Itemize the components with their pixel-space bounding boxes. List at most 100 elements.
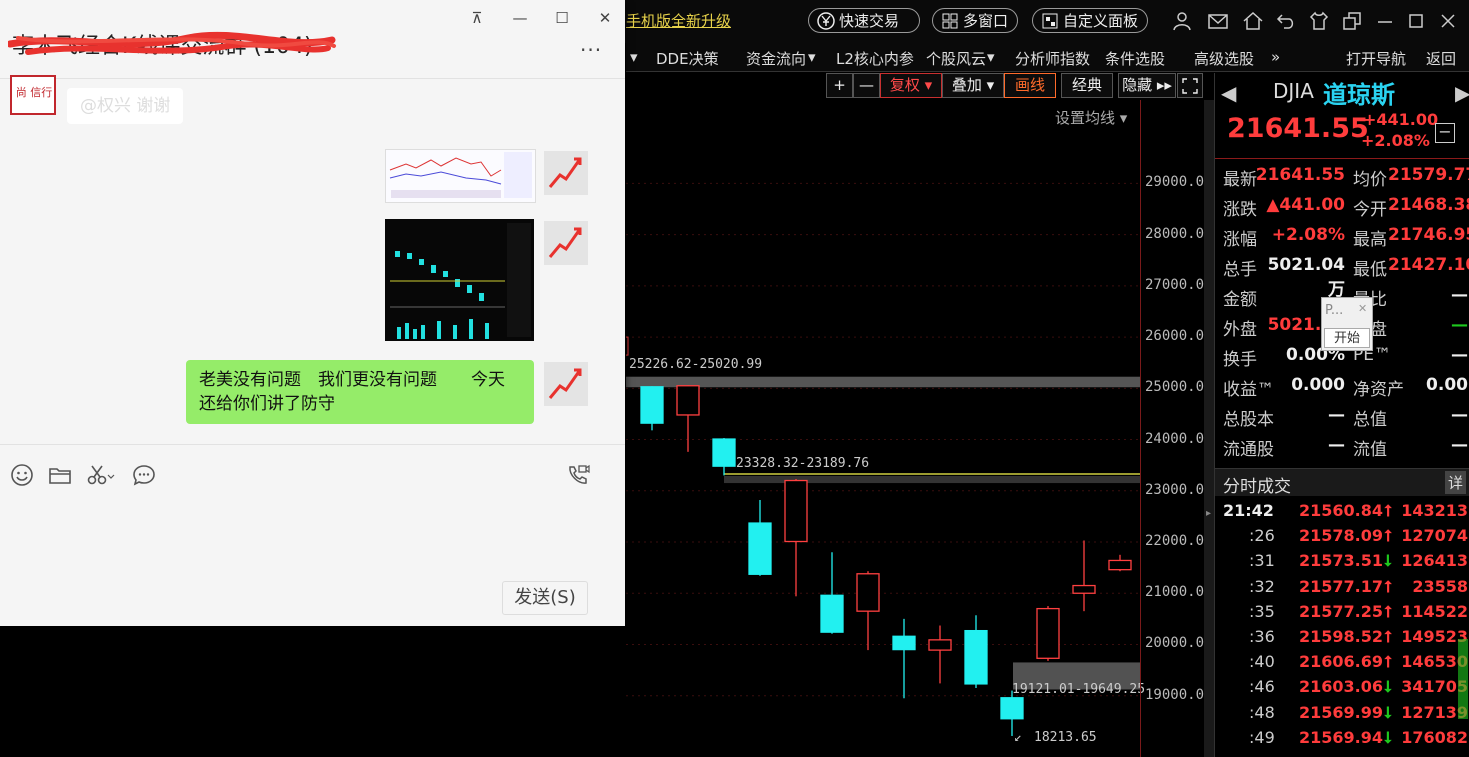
maximize-icon[interactable]: ☐: [552, 8, 572, 28]
volume-indicator: [1458, 639, 1468, 719]
popup-close-icon[interactable]: ✕: [1358, 302, 1367, 315]
avatar-trend-icon: [548, 227, 582, 258]
restore-rights-label: 复权: [889, 76, 920, 94]
field-label: 今开: [1353, 200, 1387, 220]
maximize-icon[interactable]: [1405, 10, 1427, 32]
menu-arrow-1[interactable]: ▾: [808, 48, 816, 66]
menu-more[interactable]: »: [1271, 48, 1280, 66]
next-symbol-arrow[interactable]: ▶: [1455, 81, 1469, 105]
collapse-icon[interactable]: −: [1435, 123, 1455, 143]
classic-button[interactable]: 经典: [1061, 73, 1113, 98]
more-options-icon[interactable]: ···: [580, 38, 602, 62]
y-tick-label: 23000.0: [1145, 481, 1205, 498]
tick-price: 21569.94: [1298, 727, 1383, 747]
send-button[interactable]: 发送(S): [502, 581, 588, 615]
tick-volume: 127074: [1401, 526, 1468, 546]
pin-icon[interactable]: ⊼: [467, 8, 487, 28]
tick-time: :48: [1249, 702, 1275, 722]
input-area[interactable]: 发送(S): [0, 444, 625, 626]
field-label: 涨幅: [1223, 230, 1257, 250]
quote-row: 总手 5021.04万 最低 21427.10: [1223, 255, 1469, 300]
field-label: 金额: [1223, 290, 1257, 310]
image-message[interactable]: [385, 219, 534, 341]
grid-icon: [942, 13, 958, 29]
avatar-seal-text: 尚 信行: [15, 86, 53, 99]
avatar[interactable]: [544, 151, 588, 195]
restore-layout-icon[interactable]: [1341, 10, 1363, 32]
field-value: 0.00: [1426, 375, 1468, 395]
wechat-window: 李木飞经合K线课交流群 (104) ⊼ — ☐ ✕ ··· 尚 信行 @权兴 谢…: [0, 0, 625, 626]
tick-time: 21:42: [1223, 501, 1274, 520]
zoom-out-button[interactable]: —: [853, 73, 880, 98]
multi-window-button[interactable]: 多窗口: [932, 8, 1018, 33]
close-icon[interactable]: [1437, 10, 1459, 32]
popup-start-button[interactable]: 开始: [1324, 328, 1370, 348]
menu-arrow-2[interactable]: ▾: [987, 48, 995, 66]
tick-price: 21606.69: [1298, 652, 1383, 672]
candlestick-chart[interactable]: [626, 100, 1140, 757]
field-value: 21468.38: [1388, 195, 1469, 215]
field-label: 最新: [1223, 170, 1257, 190]
avatar[interactable]: [544, 362, 588, 406]
menu-return[interactable]: 返回: [1426, 48, 1456, 69]
menu-analyst-index[interactable]: 分析师指数: [1015, 48, 1090, 69]
restore-rights-button[interactable]: 复权 ▾: [880, 73, 942, 98]
overlay-button[interactable]: 叠加 ▾: [942, 73, 1004, 98]
minimize-icon[interactable]: —: [510, 8, 530, 28]
ticks-detail-button[interactable]: 详: [1445, 471, 1467, 494]
mail-icon[interactable]: [1207, 10, 1229, 32]
scissors-icon[interactable]: [86, 463, 116, 487]
message-list: 尚 信行 @权兴 谢谢 老美没有问题 我们更没有问题 今天还给你们讲了防守: [0, 75, 625, 445]
y-tick-label: 22000.0: [1145, 533, 1205, 549]
menu-condition-select[interactable]: 条件选股: [1105, 48, 1165, 69]
field-value: —: [1451, 285, 1468, 305]
menu-open-nav[interactable]: 打开导航: [1346, 48, 1406, 69]
promo-link[interactable]: 手机版全新升级: [626, 10, 731, 31]
ticks-header: 分时成交 详: [1215, 468, 1469, 497]
avatar[interactable]: 尚 信行: [10, 75, 56, 115]
message-bubble-right[interactable]: 老美没有问题 我们更没有问题 今天还给你们讲了防守: [186, 360, 534, 424]
emoji-icon[interactable]: [10, 463, 34, 487]
tick-volume: 126413: [1401, 551, 1468, 571]
quick-trade-label: 快速交易: [839, 12, 900, 30]
candle-body: [820, 594, 844, 633]
field-value: —: [1451, 315, 1468, 335]
quick-trade-button[interactable]: 快速交易: [808, 8, 920, 33]
zoom-in-button[interactable]: +: [826, 73, 853, 98]
candle-body: [964, 629, 988, 685]
menu-l2[interactable]: L2核心内参: [836, 48, 914, 69]
back-icon[interactable]: [1275, 10, 1297, 32]
panel-splitter[interactable]: ▸: [1204, 100, 1214, 757]
menu-advanced-select[interactable]: 高级选股: [1194, 48, 1254, 69]
hide-button[interactable]: 隐藏 ▸▸: [1118, 73, 1176, 98]
menu-stock-risk[interactable]: 个股风云: [926, 48, 986, 69]
tick-time: :46: [1249, 677, 1275, 697]
home-icon[interactable]: [1242, 10, 1264, 32]
tick-time: :32: [1249, 576, 1275, 596]
symbol-code: DJIA: [1273, 79, 1314, 103]
arrow-down-icon: ⭣: [1384, 702, 1392, 722]
y-tick-label: 24000.0: [1145, 430, 1205, 447]
image-message[interactable]: [385, 149, 536, 203]
draw-line-button[interactable]: 画线: [1004, 73, 1056, 98]
user-icon[interactable]: [1171, 10, 1193, 32]
shirt-icon[interactable]: [1308, 10, 1330, 32]
avatar[interactable]: [544, 221, 588, 265]
tick-price: 21577.17: [1298, 576, 1383, 596]
video-call-icon[interactable]: [566, 463, 590, 487]
message-bubble-left[interactable]: @权兴 谢谢: [67, 88, 184, 124]
fullscreen-button[interactable]: [1177, 73, 1203, 98]
prev-symbol-arrow[interactable]: ◀: [1221, 81, 1236, 105]
support-zone: [626, 376, 1140, 388]
close-icon[interactable]: ✕: [595, 8, 615, 28]
menu-arrow[interactable]: ▾: [630, 48, 638, 66]
custom-panel-button[interactable]: 自定义面板: [1032, 8, 1148, 33]
field-value: 21427.10: [1388, 255, 1469, 275]
chat-bubble-icon[interactable]: [132, 463, 156, 487]
menu-dde[interactable]: DDE决策: [656, 48, 719, 69]
menu-fund-flow[interactable]: 资金流向: [746, 48, 806, 69]
tick-time: :40: [1249, 652, 1275, 672]
minimize-icon[interactable]: [1374, 10, 1396, 32]
folder-icon[interactable]: [48, 463, 72, 487]
candle-body: [676, 385, 700, 416]
